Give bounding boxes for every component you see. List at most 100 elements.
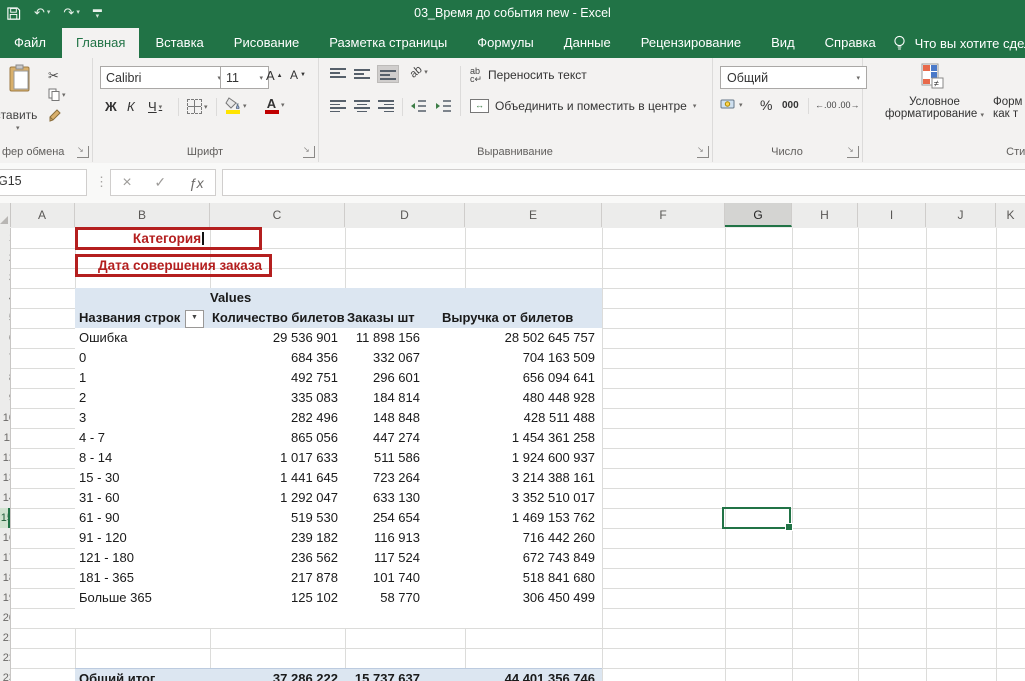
font-name-select[interactable]: Calibri ▾: [100, 66, 227, 89]
row-header-10[interactable]: 10: [0, 408, 10, 428]
formula-input[interactable]: [222, 169, 1025, 196]
font-size-select[interactable]: 11 ▾: [220, 66, 269, 89]
increase-font-button[interactable]: A▲: [266, 68, 283, 83]
insert-function-button[interactable]: ƒx: [189, 175, 204, 191]
row-header-22[interactable]: 22: [0, 648, 10, 668]
column-header-H[interactable]: H: [792, 203, 858, 227]
wrap-text-button[interactable]: abc↵ Переносить текст: [470, 67, 587, 83]
row-header-21[interactable]: 21: [0, 628, 10, 648]
paste-button[interactable]: [8, 64, 32, 92]
row-header-1[interactable]: 1: [0, 228, 10, 248]
cut-button[interactable]: ✂: [48, 68, 59, 84]
column-header-C[interactable]: C: [210, 203, 345, 227]
row-header-4[interactable]: 4: [0, 288, 10, 308]
number-dialog-launcher[interactable]: [847, 146, 859, 158]
align-top-icon: [330, 68, 346, 80]
font-group-label: Шрифт: [92, 146, 318, 158]
row-header-16[interactable]: 16: [0, 528, 10, 548]
alignment-dialog-launcher[interactable]: [697, 146, 709, 158]
pivot-row-label: 3: [79, 408, 86, 428]
row-header-18[interactable]: 18: [0, 568, 10, 588]
tab-Рецензирование[interactable]: Рецензирование: [627, 28, 755, 58]
decrease-decimal-button[interactable]: .00→: [838, 100, 860, 110]
row-header-2[interactable]: 2: [0, 248, 10, 268]
align-right-button[interactable]: [378, 100, 394, 112]
percent-style-button[interactable]: %: [760, 97, 772, 113]
tab-Главная[interactable]: Главная: [62, 28, 139, 58]
comma-style-button[interactable]: 000: [782, 100, 799, 111]
tab-Справка[interactable]: Справка: [811, 28, 890, 58]
bold-button[interactable]: Ж: [105, 99, 117, 114]
column-header-A[interactable]: A: [10, 203, 75, 227]
align-left-button[interactable]: [330, 100, 346, 112]
decrease-font-button[interactable]: A▼: [290, 68, 306, 82]
column-header-B[interactable]: B: [75, 203, 210, 227]
row-header-9[interactable]: 9: [0, 388, 10, 408]
pivot-filter-dropdown[interactable]: ▼: [185, 310, 204, 328]
column-header-K[interactable]: K: [996, 203, 1025, 227]
column-header-D[interactable]: D: [345, 203, 465, 227]
row-header-6[interactable]: 6: [0, 328, 10, 348]
number-format-select[interactable]: Общий ▾: [720, 66, 867, 89]
merge-center-button[interactable]: ↔ Объединить и поместить в центре ▾: [470, 99, 696, 113]
align-bottom-button[interactable]: [378, 66, 398, 82]
tab-Разметка страницы[interactable]: Разметка страницы: [315, 28, 461, 58]
row-header-13[interactable]: 13: [0, 468, 10, 488]
pivot-row-label: 15 - 30: [79, 468, 119, 488]
cancel-button[interactable]: ×: [122, 174, 131, 192]
row-header-11[interactable]: 11: [0, 428, 10, 448]
fill-color-button[interactable]: ▾: [225, 97, 247, 114]
tab-Рисование[interactable]: Рисование: [220, 28, 313, 58]
copy-button[interactable]: ▾: [48, 88, 66, 101]
font-color-button[interactable]: А ▾: [264, 96, 285, 114]
align-center-button[interactable]: [354, 100, 370, 112]
column-header-J[interactable]: J: [926, 203, 996, 227]
chevron-down-icon: ▾: [159, 103, 163, 111]
italic-button[interactable]: К: [127, 99, 135, 114]
selected-cell-G15[interactable]: [722, 507, 791, 529]
name-box[interactable]: G15 ▾: [0, 169, 87, 196]
row-header-20[interactable]: 20: [0, 608, 10, 628]
chevron-down-icon: ▾: [259, 74, 263, 82]
row-header-12[interactable]: 12: [0, 448, 10, 468]
row-header-23[interactable]: 23: [0, 668, 10, 681]
tab-Вставка[interactable]: Вставка: [141, 28, 217, 58]
column-header-I[interactable]: I: [858, 203, 926, 227]
tab-Файл[interactable]: Файл: [0, 28, 60, 58]
row-header-8[interactable]: 8: [0, 368, 10, 388]
clipboard-dialog-launcher[interactable]: [77, 146, 89, 158]
row-header-7[interactable]: 7: [0, 348, 10, 368]
conditional-formatting-button[interactable]: ≠: [920, 63, 944, 89]
font-dialog-launcher[interactable]: [303, 146, 315, 158]
format-painter-button[interactable]: [48, 108, 62, 122]
row-header-3[interactable]: 3: [0, 268, 10, 288]
underline-button[interactable]: Ч▾: [148, 99, 162, 114]
increase-decimal-button[interactable]: ←.00: [815, 100, 837, 110]
fill-handle[interactable]: [785, 523, 793, 531]
decrease-indent-button[interactable]: [410, 100, 427, 112]
align-middle-button[interactable]: [354, 68, 370, 80]
row-header-17[interactable]: 17: [0, 548, 10, 568]
tab-Данные[interactable]: Данные: [550, 28, 625, 58]
borders-button[interactable]: ▾: [187, 99, 208, 114]
sheet-grid[interactable]: 1234567891011121314151617181920212223 Va…: [0, 228, 1025, 681]
tell-me-search[interactable]: Что вы хотите сделать?: [892, 28, 1025, 58]
row-header-19[interactable]: 19: [0, 588, 10, 608]
formula-bar-splitter[interactable]: ⋮: [95, 174, 108, 190]
column-header-F[interactable]: F: [602, 203, 725, 227]
paste-dropdown[interactable]: ▾: [16, 124, 20, 132]
format-as-table-label[interactable]: Форм как т: [993, 96, 1025, 120]
row-header-15[interactable]: 15: [0, 508, 10, 528]
accounting-format-button[interactable]: ▾: [720, 98, 743, 111]
tab-Вид[interactable]: Вид: [757, 28, 809, 58]
tab-Формулы[interactable]: Формулы: [463, 28, 548, 58]
column-header-E[interactable]: E: [465, 203, 602, 227]
pivot-data-row: 4 - 7865 056447 2741 454 361 258: [75, 428, 602, 448]
enter-button[interactable]: ✓: [154, 174, 166, 191]
align-top-button[interactable]: [330, 68, 346, 80]
orientation-button[interactable]: ab▾: [410, 66, 428, 78]
row-header-5[interactable]: 5: [0, 308, 10, 328]
row-header-14[interactable]: 14: [0, 488, 10, 508]
column-header-G[interactable]: G: [725, 203, 792, 227]
increase-indent-button[interactable]: [435, 100, 452, 112]
